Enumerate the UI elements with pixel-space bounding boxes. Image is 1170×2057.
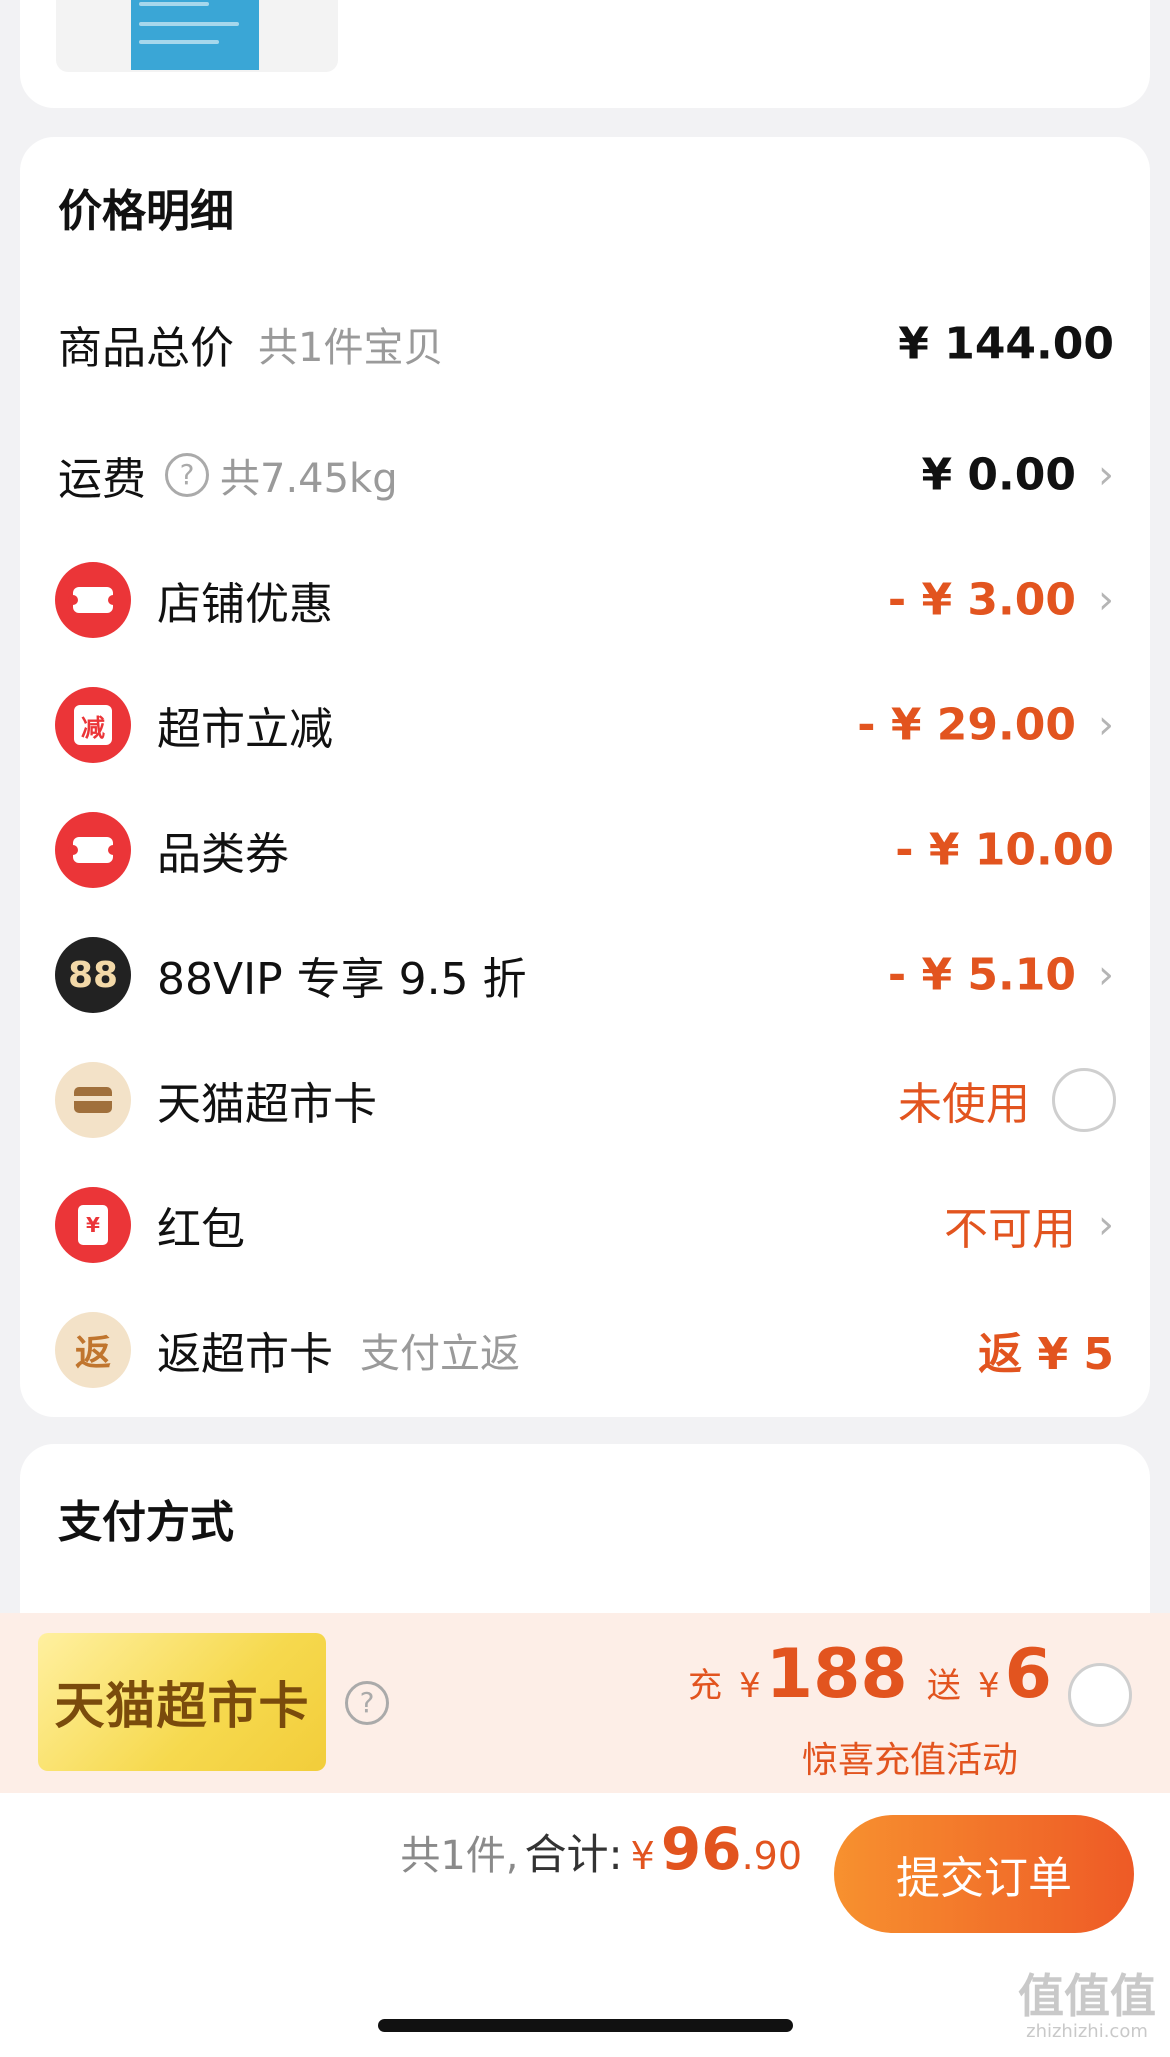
shipping-weight-text: 共7.45kg [220,456,398,502]
market-reduction-value: - ¥ 29.00 [857,699,1076,751]
row-market-reduction[interactable]: 减 超市立减 - ¥ 29.00 › [20,670,1150,780]
recharge-promo[interactable]: 天猫超市卡 ? 充 ¥ 188 送 ¥ 6 惊喜充值活动 [0,1613,1170,1793]
product-thumbnail[interactable] [56,0,338,72]
watermark-logo: 值值值 zhizhizhi.com [1018,1969,1156,2042]
gift-yen: ¥ [977,1666,1000,1706]
cashback-label: 返超市卡 [157,1329,333,1380]
red-packet-icon: ¥ [55,1187,131,1263]
card-icon [55,1062,131,1138]
chevron-right-icon: › [1098,1202,1114,1248]
goods-count-text: 共1件宝贝 [258,325,444,371]
help-icon[interactable]: ? [165,453,209,497]
tmall-card-radio[interactable] [1052,1068,1116,1132]
cashback-icon: 返 [55,1312,131,1388]
goods-total-label: 商品总价 [58,323,234,374]
cashback-sub: 支付立返 [360,1331,520,1377]
goods-total-value: ¥ 144.00 [898,318,1114,370]
recharge-offer: 充 ¥ 188 送 ¥ 6 [688,1635,1052,1714]
price-detail-card: 价格明细 商品总价 共1件宝贝 ¥ 144.00 运费 ? 共7.45kg ¥ … [20,137,1150,1417]
row-shop-discount[interactable]: 店铺优惠 - ¥ 3.00 › [20,545,1150,655]
payment-title: 支付方式 [58,1497,234,1548]
product-image [131,0,259,70]
gift-prefix: 送 [926,1666,961,1706]
total-decimal: .90 [741,1834,802,1878]
shipping-label: 运费 [58,454,146,505]
sum-label: 合计: [524,1830,623,1879]
chevron-right-icon: › [1098,577,1114,623]
category-coupon-value: - ¥ 10.00 [895,824,1114,876]
reduce-icon: 减 [55,687,131,763]
row-red-packet[interactable]: ¥ 红包 不可用 › [20,1170,1150,1280]
submit-order-button[interactable]: 提交订单 [834,1815,1134,1933]
row-tmall-card[interactable]: 天猫超市卡 未使用 [20,1045,1150,1155]
chevron-right-icon: › [1098,452,1114,498]
promo-subtitle: 惊喜充值活动 [801,1740,1018,1781]
red-packet-label: 红包 [157,1204,245,1255]
recharge-yen: ¥ [739,1666,761,1706]
tmall-card-image: 天猫超市卡 [38,1633,326,1771]
recharge-prefix: 充 [687,1666,722,1706]
shipping-value: ¥ 0.00 [921,449,1077,501]
total-yen: ¥ [630,1834,655,1878]
tmall-card-label: 天猫超市卡 [157,1079,377,1130]
red-packet-status: 不可用 [944,1204,1076,1255]
vip88-label: 88VIP 专享 9.5 折 [157,954,527,1005]
chevron-right-icon: › [1098,952,1114,998]
row-88vip[interactable]: 88 88VIP 专享 9.5 折 - ¥ 5.10 › [20,920,1150,1030]
market-reduction-label: 超市立减 [157,704,333,755]
tmall-card-status: 未使用 [898,1079,1030,1130]
coupon-icon [55,812,131,888]
row-category-coupon: 品类券 - ¥ 10.00 [20,795,1150,905]
product-card [20,0,1150,108]
cashback-value: 返 ¥ 5 [978,1329,1114,1380]
help-icon[interactable]: ? [345,1681,389,1725]
order-total: 共1件, 合计: ¥ 96 .90 [400,1815,802,1915]
vip88-value: - ¥ 5.10 [887,949,1076,1001]
recharge-amount: 188 [765,1635,908,1714]
item-count: 共1件, [400,1833,519,1879]
chevron-right-icon: › [1098,702,1114,748]
row-shipping[interactable]: 运费 ? 共7.45kg ¥ 0.00 › [20,420,1150,530]
recharge-radio[interactable] [1068,1663,1132,1727]
shop-discount-value: - ¥ 3.00 [887,574,1076,626]
shop-discount-label: 店铺优惠 [157,579,333,630]
vip88-icon: 88 [55,937,131,1013]
price-detail-title: 价格明细 [58,186,234,237]
row-goods-total: 商品总价 共1件宝贝 ¥ 144.00 [20,289,1150,399]
category-coupon-label: 品类券 [157,829,289,880]
checkout-bar: 共1件, 合计: ¥ 96 .90 提交订单 值值值 zhizhizhi.com [0,1793,1170,2057]
home-indicator[interactable] [378,2019,793,2032]
row-cashback-card: 返 返超市卡 支付立返 返 ¥ 5 [20,1295,1150,1405]
coupon-icon [55,562,131,638]
total-integer: 96 [660,1815,742,1883]
gift-amount: 6 [1004,1635,1052,1714]
